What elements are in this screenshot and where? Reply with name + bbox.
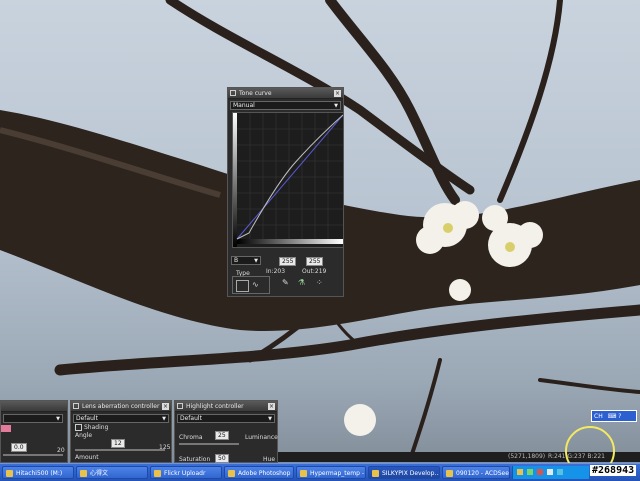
cursor-coords: (5271,1809) [508,453,546,460]
chevron-down-icon: ▼ [334,102,338,109]
highlight-preset-value: Default [180,415,202,422]
tray-icon[interactable] [557,469,563,475]
amount-label: Amount [75,454,99,461]
tone-curve-panel: Tone curve × Manual ▼ B ▼ 255 255 In:203… [227,87,344,297]
chroma-value-field[interactable]: 25 [215,431,229,440]
close-icon[interactable]: × [334,89,341,97]
shading-checkbox[interactable]: Shading [75,424,108,431]
lens-icon [73,403,79,409]
chevron-down-icon: ▼ [268,415,272,422]
angle-value-field[interactable]: 12 [111,439,125,448]
left-partial-panel: ▼ 0.0 20 [0,400,68,463]
auto-adjust-icon[interactable]: ⚗ [298,278,305,287]
chevron-down-icon: ▼ [162,415,166,422]
luminance-label: Luminance [245,434,278,441]
taskbar: Hitachi500 (M:) 心得文 Flickr Uploadr Adobe… [0,463,640,481]
tone-curve-graph[interactable] [232,112,344,248]
tray-icon[interactable] [527,469,533,475]
language-label: CH [594,413,603,420]
left-panel-titlebar[interactable] [1,401,67,412]
output-gradient-bar [237,239,343,244]
help-icon[interactable]: ? [618,413,621,420]
shading-label: Shading [84,424,109,431]
curve-icon [230,90,236,96]
eyedropper-icon[interactable]: ✎ [282,278,289,287]
highlight-preset-select[interactable]: Default ▼ [177,414,275,423]
highlight-controller-panel: Highlight controller × Default ▼ Chroma … [174,400,278,463]
saturation-value-field[interactable]: 50 [215,454,229,463]
chevron-down-icon: ▼ [56,415,60,422]
angle-max: 125 [159,444,171,451]
tone-curve-titlebar[interactable]: Tone curve × [228,88,343,99]
input-value-field[interactable]: 255 [279,257,297,266]
tone-curve-preset-value: Manual [233,102,255,109]
chevron-down-icon: ▼ [254,257,258,264]
taskbar-item-hitachi[interactable]: Hitachi500 (M:) [2,466,74,479]
highlight-icon [177,403,183,409]
highlight-title: Highlight controller [186,402,244,410]
left-value-field[interactable]: 0.0 [11,443,27,452]
saturation-label: Saturation [179,456,211,463]
lens-preset-select[interactable]: Default ▼ [73,414,169,423]
tray-icon[interactable] [547,469,553,475]
left-slider-max: 20 [57,447,65,454]
taskbar-item-hypermap[interactable]: Hypermap_temp - [296,466,366,479]
close-icon[interactable]: × [162,402,169,410]
channel-value: B [234,257,239,264]
checkbox-icon [75,424,82,431]
highlight-titlebar[interactable]: Highlight controller × [175,401,277,412]
tone-curve-preset-select[interactable]: Manual ▼ [230,101,341,110]
output-value-field[interactable]: 255 [306,257,324,266]
lens-aberration-panel: Lens aberration controller × Default ▼ S… [70,400,172,463]
tone-curve-readout-out: Out:219 [302,268,327,275]
left-panel-select[interactable]: ▼ [3,414,63,423]
channel-select[interactable]: B ▼ [231,256,261,265]
lens-preset-value: Default [76,415,98,422]
spline-curve-icon[interactable]: ∿ [252,280,263,290]
close-icon[interactable]: × [268,402,275,410]
watermark: #268943 [590,465,637,476]
color-swatch[interactable] [1,425,11,432]
chroma-slider[interactable] [179,443,239,445]
taskbar-item-flickr[interactable]: Flickr Uploadr [150,466,222,479]
taskbar-item-notes[interactable]: 心得文 [76,466,148,479]
input-gradient-bar [233,113,237,247]
system-tray [512,466,589,479]
chroma-label: Chroma [179,434,203,441]
lens-titlebar[interactable]: Lens aberration controller × [71,401,171,412]
lens-title: Lens aberration controller [82,402,160,410]
tone-curve-title: Tone curve [239,89,272,97]
left-slider[interactable] [3,454,63,456]
channel-row: B ▼ 255 255 [231,256,341,266]
taskbar-item-silkypix[interactable]: SILKYPIX Develop... [368,466,440,479]
taskbar-item-photoshop[interactable]: Adobe Photoshop [224,466,294,479]
linear-curve-icon[interactable] [236,280,249,292]
tray-icon[interactable] [517,469,523,475]
points-icon[interactable]: ⁘ [316,278,323,287]
curve-type-group: ∿ [232,276,270,294]
taskbar-item-acdsee[interactable]: 090120 - ACDSee [442,466,510,479]
language-bar[interactable]: CH ⌨ ? [591,410,637,422]
angle-label: Angle [75,432,93,439]
angle-slider[interactable] [75,449,165,451]
tone-curve-readout-in: In:203 [266,268,286,275]
keyboard-icon[interactable]: ⌨ [608,413,617,420]
hue-label: Hue [263,456,276,463]
tray-icon[interactable] [537,469,543,475]
curve-graph-svg [233,113,344,247]
